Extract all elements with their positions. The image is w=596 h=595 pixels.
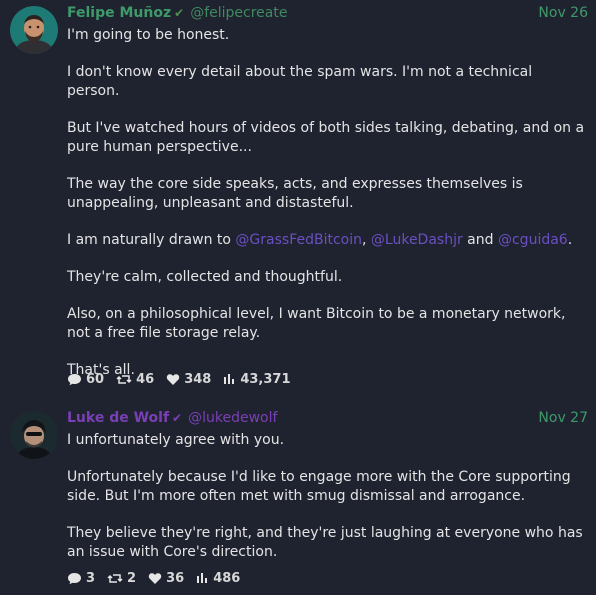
post-actions: 3 2 36 486	[67, 569, 252, 587]
reply-count: 60	[86, 371, 105, 387]
text-fragment: I am naturally drawn to	[67, 232, 236, 248]
post-date[interactable]: Nov 26	[538, 3, 588, 23]
paragraph: Unfortunately because I'd like to engage…	[67, 469, 571, 504]
mention-link[interactable]: @GrassFedBitcoin	[235, 232, 362, 248]
check-icon: ✔	[174, 6, 185, 20]
bar-chart-icon	[224, 374, 235, 384]
text-fragment: and	[462, 232, 498, 248]
post-feed: Felipe Muñoz ✔ @felipecreate Nov 26 I'm go…	[0, 0, 596, 595]
like-button[interactable]: 348	[166, 372, 211, 387]
repost-button[interactable]: 2	[107, 571, 136, 586]
repost-button[interactable]: 46	[116, 372, 154, 387]
post-content: I unfortunately agree with you. Unfortun…	[67, 431, 587, 580]
check-icon: ✔	[172, 411, 183, 425]
post-actions: 60 46 348 43,371	[67, 370, 303, 388]
post-header: Luke de Wolf ✔ @lukedewolf Nov 27	[67, 408, 588, 428]
author-handle[interactable]: @lukedewolf	[188, 410, 277, 426]
text-fragment: ,	[362, 232, 371, 248]
repost-icon	[107, 573, 123, 583]
repost-icon	[116, 374, 132, 384]
paragraph: They believe they're right, and they're …	[67, 525, 583, 560]
paragraph: I unfortunately agree with you.	[67, 432, 285, 448]
repost-count: 2	[127, 570, 137, 586]
author-handle[interactable]: @felipecreate	[190, 5, 287, 21]
like-button[interactable]: 36	[148, 571, 184, 586]
paragraph: But I've watched hours of videos of both…	[67, 120, 585, 155]
view-count: 43,371	[240, 371, 291, 387]
user-avatar-icon	[10, 411, 58, 459]
like-count: 348	[184, 371, 212, 387]
reply-count: 3	[86, 570, 96, 586]
repost-count: 46	[136, 371, 155, 387]
reply-icon	[68, 373, 81, 385]
view-count: 486	[213, 570, 241, 586]
paragraph: The way the core side speaks, acts, and …	[67, 176, 523, 211]
post-date[interactable]: Nov 27	[538, 408, 588, 428]
reply-button[interactable]: 60	[67, 372, 104, 387]
reply-button[interactable]: 3	[67, 571, 95, 586]
post-header: Felipe Muñoz ✔ @felipecreate Nov 26	[67, 3, 588, 23]
avatar[interactable]	[10, 411, 58, 459]
paragraph: I don't know every detail about the spam…	[67, 64, 533, 99]
paragraph: I'm going to be honest.	[67, 27, 230, 43]
user-avatar-icon	[10, 6, 58, 54]
views-button[interactable]: 43,371	[223, 371, 291, 387]
text-fragment: .	[567, 232, 573, 248]
mention-link[interactable]: @cguida6	[498, 232, 568, 248]
heart-icon	[148, 572, 162, 584]
like-count: 36	[166, 570, 185, 586]
paragraph: They're calm, collected and thoughtful.	[67, 269, 343, 285]
heart-icon	[166, 373, 180, 385]
mention-link[interactable]: @LukeDashjr	[371, 232, 463, 248]
views-button[interactable]: 486	[196, 571, 240, 586]
author-name[interactable]: Luke de Wolf	[67, 410, 169, 426]
paragraph: Also, on a philosophical level, I want B…	[67, 306, 566, 341]
author-name[interactable]: Felipe Muñoz	[67, 5, 171, 21]
avatar[interactable]	[10, 6, 58, 54]
paragraph: I am naturally drawn to @GrassFedBitcoin…	[67, 231, 587, 250]
post-content: I'm going to be honest. I don't know eve…	[67, 26, 587, 398]
reply-icon	[68, 572, 81, 584]
bar-chart-icon	[197, 573, 208, 583]
